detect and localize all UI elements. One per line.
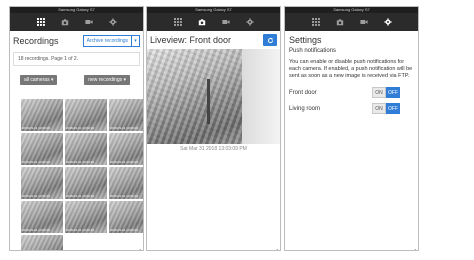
recording-thumbnail[interactable]: 2018-03-31 13:03:19 (65, 99, 107, 131)
recording-thumbnail[interactable]: 2018-03-31 13:03:19 (109, 99, 143, 131)
recordings-count: 18 recordings. Page 1 of 2. (13, 52, 140, 66)
push-toggle-living-room: ON OFF (372, 103, 400, 114)
nav-bar (285, 13, 418, 31)
page-title: Liveview: Front door (150, 35, 232, 45)
chevron-down-icon[interactable]: ▾ (132, 35, 140, 47)
thumbnail-timestamp: 2018-03-31 13:03:19 (22, 160, 50, 164)
camera-icon[interactable] (59, 16, 71, 28)
toggle-off-button[interactable]: OFF (386, 87, 400, 98)
camera-label: Living room (289, 105, 321, 112)
thumbnail-timestamp: 2018-03-31 13:03:19 (66, 160, 94, 164)
archive-recordings-button[interactable]: Archive recordings (82, 35, 132, 47)
camera-label: Front door (289, 89, 317, 96)
page-title: Recordings (13, 36, 59, 46)
camera-filter-dropdown[interactable]: all cameras ▾ (20, 75, 58, 85)
gear-icon[interactable] (107, 16, 119, 28)
grid-icon[interactable] (310, 16, 322, 28)
thumbnail-timestamp: 2018-03-31 13:03:19 (66, 126, 94, 130)
camera-icon[interactable] (334, 16, 346, 28)
toggle-off-button[interactable]: OFF (386, 103, 400, 114)
camera-filter-label: all cameras (24, 77, 50, 83)
nav-bar (147, 13, 280, 31)
grid-icon[interactable] (35, 16, 47, 28)
recording-thumbnail[interactable]: 2018-03-31 13:03:19 (21, 235, 63, 250)
thumbnail-timestamp: 2018-03-31 13:03:19 (66, 194, 94, 198)
live-camera-image (147, 49, 280, 144)
recording-thumbnail[interactable]: 2018-03-31 13:03:19 (65, 133, 107, 165)
video-icon[interactable] (83, 16, 95, 28)
video-icon[interactable] (358, 16, 370, 28)
recording-thumbnail[interactable]: 2018-03-31 13:03:19 (21, 133, 63, 165)
settings-description: You can enable or disable push notificat… (289, 59, 413, 79)
page-title: Settings (289, 35, 322, 45)
toggle-on-button[interactable]: ON (372, 103, 386, 114)
grid-icon[interactable] (172, 16, 184, 28)
recording-thumbnail[interactable]: 2018-03-31 13:03:19 (21, 201, 63, 233)
recordings-grid: 2018-03-31 13:03:19 2018-03-31 13:03:19 20… (21, 99, 143, 250)
thumbnail-timestamp: 2018-03-31 13:03:19 (110, 228, 138, 232)
thumbnail-timestamp: 2018-03-31 13:03:19 (110, 194, 138, 198)
recording-thumbnail[interactable]: 2018-03-31 13:03:19 (21, 99, 63, 131)
resize-handle-icon[interactable] (272, 242, 279, 250)
push-toggle-front-door: ON OFF (372, 87, 400, 98)
archive-button-group: Archive recordings ▾ (82, 35, 140, 47)
nav-bar (10, 13, 143, 31)
gear-icon[interactable] (244, 16, 256, 28)
new-recordings-dropdown[interactable]: new recordings ▾ (84, 75, 130, 85)
thumbnail-timestamp: 2018-03-31 13:03:19 (66, 228, 94, 232)
thumbnail-timestamp: 2018-03-31 13:03:19 (22, 126, 50, 130)
toggle-on-button[interactable]: ON (372, 87, 386, 98)
refresh-icon (267, 37, 273, 43)
refresh-button[interactable] (263, 34, 277, 46)
resize-handle-icon[interactable] (410, 242, 417, 250)
section-subtitle: Push notifications (289, 48, 337, 54)
video-icon[interactable] (220, 16, 232, 28)
new-recordings-label: new recordings (88, 77, 123, 83)
camera-toggle-row-living-room: Living room ON OFF (285, 103, 418, 114)
settings-content: Settings Push notifications You can enab… (285, 31, 418, 250)
recording-thumbnail[interactable]: 2018-03-31 13:03:19 (65, 167, 107, 199)
thumbnail-timestamp: 2018-03-31 13:03:19 (22, 228, 50, 232)
thumbnail-timestamp: 2018-03-31 13:03:19 (22, 194, 50, 198)
thumbnail-timestamp: 2018-03-31 13:03:19 (110, 126, 138, 130)
camera-icon[interactable] (196, 16, 208, 28)
recording-thumbnail[interactable]: 2018-03-31 13:03:19 (21, 167, 63, 199)
recording-thumbnail[interactable]: 2018-03-31 13:03:19 (65, 201, 107, 233)
thumbnail-timestamp: 2018-03-31 13:03:19 (110, 160, 138, 164)
recording-thumbnail[interactable]: 2018-03-31 13:03:19 (109, 167, 143, 199)
liveview-screen: Samsung Galaxy S7 Liveview: Front door S… (146, 6, 281, 251)
recordings-screen: Samsung Galaxy S7 Recordings Archive rec… (9, 6, 144, 251)
camera-toggle-row-front-door: Front door ON OFF (285, 87, 418, 98)
live-timestamp: Sat Mar 31 2018 13:03:09 PM (180, 146, 247, 152)
liveview-content: Liveview: Front door Sat Mar 31 2018 13:… (147, 31, 280, 250)
resize-handle-icon[interactable] (135, 242, 142, 250)
recording-thumbnail[interactable]: 2018-03-31 13:03:19 (109, 201, 143, 233)
gear-icon[interactable] (382, 16, 394, 28)
settings-screen: Samsung Galaxy S7 Settings Push notifica… (284, 6, 419, 251)
recording-thumbnail[interactable]: 2018-03-31 13:03:19 (109, 133, 143, 165)
